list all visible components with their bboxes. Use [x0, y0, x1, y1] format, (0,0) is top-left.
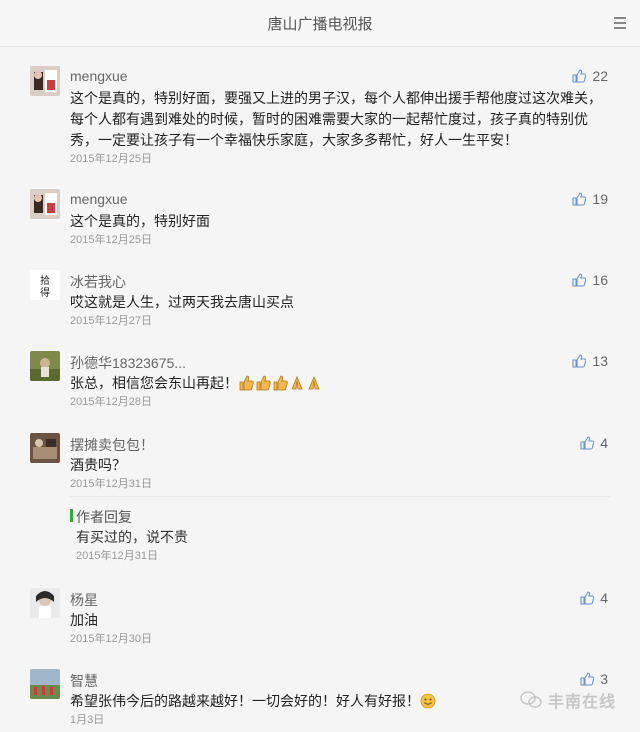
avatar[interactable]	[30, 66, 60, 96]
comment-text: 哎这就是人生，过两天我去唐山买点	[70, 294, 294, 310]
comment-author[interactable]: 冰若我心	[70, 272, 126, 292]
avatar[interactable]	[30, 433, 60, 463]
svg-text:拾: 拾	[40, 274, 50, 287]
thumbs-up-icon	[572, 354, 587, 368]
comment-text: 张总，相信您会东山再起！	[70, 375, 238, 391]
like-button[interactable]: 13	[572, 353, 608, 369]
like-button[interactable]: 4	[580, 590, 608, 606]
thumbs-up-icon	[572, 273, 587, 287]
avatar[interactable]	[30, 351, 60, 381]
like-button[interactable]: 16	[572, 272, 608, 288]
menu-icon[interactable]	[614, 17, 626, 29]
comment-date: 2015年12月31日	[70, 478, 152, 490]
avatar[interactable]	[30, 669, 60, 699]
wechat-logo-icon	[520, 691, 542, 708]
header-bar: 唐山广播电视报	[0, 0, 640, 47]
avatar[interactable]: 拾得	[30, 270, 60, 300]
like-count: 16	[592, 272, 608, 288]
thumbs-up-icon	[580, 672, 595, 686]
page-title: 唐山广播电视报	[267, 16, 373, 33]
comment-text: 这个是真的，特别好面，要强又上进的男子汉，每个人都伸出援手帮他度过这次难关，每个…	[70, 90, 602, 148]
reply-label: 作者回复	[76, 509, 132, 525]
comment-author[interactable]: 杨星	[70, 590, 98, 610]
comment-author[interactable]: 孙德华18323675...	[70, 353, 186, 373]
praying-hands-emoji-icon	[291, 375, 303, 390]
thumbs-up-icon	[580, 436, 595, 450]
comment-text-row: 张总，相信您会东山再起！	[70, 373, 615, 394]
thumbs-up-emoji-icon	[239, 375, 254, 391]
like-count: 4	[600, 590, 608, 606]
thumbs-up-emoji-icon	[273, 375, 288, 391]
comment-date: 2015年12月25日	[70, 153, 152, 165]
reply-date: 2015年12月31日	[76, 550, 158, 562]
reply-text: 有买过的，说不贵	[76, 529, 188, 545]
comment-author[interactable]: mengxue	[70, 191, 128, 207]
watermark: 丰南在线	[520, 688, 616, 712]
avatar[interactable]	[30, 189, 60, 219]
like-button[interactable]: 4	[580, 435, 608, 451]
like-count: 3	[600, 671, 608, 687]
comment-author[interactable]: 摆摊卖包包！	[70, 435, 154, 455]
like-button[interactable]: 19	[572, 191, 608, 207]
watermark-text: 丰南在线	[547, 694, 616, 711]
comment-date: 2015年12月28日	[70, 396, 152, 408]
like-count: 13	[592, 353, 608, 369]
comment-date: 2015年12月30日	[70, 633, 152, 645]
reply-divider	[70, 496, 610, 497]
comment-text: 这个是真的，特别好面	[70, 213, 210, 229]
comment-text: 酒贵吗？	[70, 457, 126, 473]
avatar[interactable]	[30, 588, 60, 618]
thumbs-up-emoji-icon	[256, 375, 271, 391]
comment-text: 希望张伟今后的路越来越好！一切会好的！好人有好报！	[70, 693, 420, 709]
comment-date: 2015年12月25日	[70, 234, 152, 246]
comment-author[interactable]: mengxue	[70, 68, 128, 84]
article-comments-page: 唐山广播电视报 mengxue 22 这个是真的，特别好面，要强又上进的男子汉，…	[0, 0, 640, 732]
thumbs-up-icon	[572, 192, 587, 206]
like-button[interactable]: 3	[580, 671, 608, 687]
like-count: 19	[592, 191, 608, 207]
svg-text:得: 得	[40, 287, 50, 299]
like-count: 22	[592, 68, 608, 84]
comment-text: 加油	[70, 612, 98, 628]
like-count: 4	[600, 435, 608, 451]
reply-accent-bar	[70, 509, 73, 522]
praying-hands-emoji-icon	[308, 375, 320, 390]
comment-date: 1月3日	[70, 714, 105, 726]
thumbs-up-icon	[580, 591, 595, 605]
comment-author[interactable]: 智慧	[70, 671, 98, 691]
smile-emoji-icon	[420, 693, 436, 709]
comment-date: 2015年12月27日	[70, 315, 152, 327]
thumbs-up-icon	[572, 69, 587, 83]
like-button[interactable]: 22	[572, 68, 608, 84]
